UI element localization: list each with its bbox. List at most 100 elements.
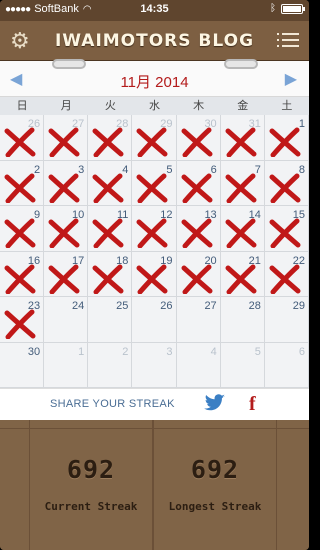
day-number: 5 bbox=[254, 345, 261, 358]
x-mark-icon bbox=[48, 264, 80, 294]
status-bar: ●●●●● SoftBank ◠ 14:35 ᛒ bbox=[0, 0, 309, 21]
weekday-row: 日 月 火 水 木 金 土 bbox=[0, 97, 309, 115]
calendar-day-cell[interactable]: 18 bbox=[88, 251, 133, 297]
calendar-day-cell[interactable]: 24 bbox=[44, 297, 89, 343]
calendar-day-cell[interactable]: 30 bbox=[0, 342, 45, 388]
x-mark-icon bbox=[4, 218, 36, 248]
calendar-day-cell[interactable]: 4 bbox=[176, 342, 221, 388]
x-mark-icon bbox=[136, 127, 168, 157]
calendar-day-cell[interactable]: 11 bbox=[88, 206, 133, 252]
x-mark-icon bbox=[48, 173, 80, 203]
weekday-label: 日 bbox=[16, 100, 28, 112]
x-mark-icon bbox=[92, 173, 124, 203]
calendar-day-cell[interactable]: 23 bbox=[0, 297, 45, 343]
calendar-day-cell[interactable]: 1 bbox=[44, 342, 89, 388]
calendar-day-cell[interactable]: 4 bbox=[88, 160, 133, 206]
share-label: SHARE YOUR STREAK bbox=[50, 398, 175, 410]
calendar-header: ◀ 11月 2014 ▶ bbox=[0, 59, 309, 97]
calendar-day-cell[interactable]: 7 bbox=[220, 160, 265, 206]
calendar-day-cell[interactable]: 10 bbox=[44, 206, 89, 252]
calendar-day-cell[interactable]: 20 bbox=[176, 251, 221, 297]
day-number: 1 bbox=[78, 345, 85, 358]
calendar-day-cell[interactable]: 16 bbox=[0, 251, 45, 297]
calendar-day-cell[interactable]: 3 bbox=[132, 342, 177, 388]
day-number: 4 bbox=[210, 345, 217, 358]
calendar-day-cell[interactable]: 26 bbox=[132, 297, 177, 343]
calendar-day-cell[interactable]: 30 bbox=[176, 115, 221, 161]
x-mark-icon bbox=[181, 264, 213, 294]
longest-streak-value: 692 bbox=[190, 455, 240, 484]
current-streak-value: 692 bbox=[66, 455, 116, 484]
x-mark-icon bbox=[181, 173, 213, 203]
x-mark-icon bbox=[4, 173, 36, 203]
calendar-day-cell[interactable]: 27 bbox=[176, 297, 221, 343]
calendar-day-cell[interactable]: 28 bbox=[220, 297, 265, 343]
weekday-label: 月 bbox=[60, 100, 72, 112]
x-mark-icon bbox=[136, 173, 168, 203]
month-label: 11月 2014 bbox=[120, 74, 189, 91]
current-streak-label: Current Streak bbox=[44, 500, 138, 513]
x-mark-icon bbox=[269, 264, 301, 294]
day-number: 6 bbox=[298, 345, 305, 358]
calendar-day-cell[interactable]: 5 bbox=[132, 160, 177, 206]
share-bar: SHARE YOUR STREAK f bbox=[0, 388, 309, 420]
x-mark-icon bbox=[4, 264, 36, 294]
facebook-icon[interactable]: f bbox=[249, 393, 256, 416]
x-mark-icon bbox=[4, 127, 36, 157]
calendar-day-cell[interactable]: 6 bbox=[176, 160, 221, 206]
current-streak-box: 692 Current Streak bbox=[29, 420, 153, 550]
menu-icon[interactable] bbox=[277, 33, 299, 49]
status-time: 14:35 bbox=[140, 3, 169, 15]
x-mark-icon bbox=[181, 218, 213, 248]
day-number: 29 bbox=[292, 300, 305, 312]
calendar-day-cell[interactable]: 2 bbox=[88, 342, 133, 388]
weekday-label: 金 bbox=[237, 100, 249, 112]
weekday-label: 土 bbox=[281, 100, 293, 112]
calendar-day-cell[interactable]: 2 bbox=[0, 160, 45, 206]
day-number: 26 bbox=[160, 300, 173, 312]
calendar-day-cell[interactable]: 13 bbox=[176, 206, 221, 252]
stats-panel: 692 Current Streak 692 Longest Streak bbox=[0, 420, 309, 550]
battery-icon bbox=[281, 3, 305, 14]
calendar-day-cell[interactable]: 19 bbox=[132, 251, 177, 297]
next-month-icon[interactable]: ▶ bbox=[285, 69, 297, 89]
status-right: ᛒ bbox=[270, 3, 305, 14]
binder-ring bbox=[224, 59, 258, 69]
calendar-day-cell[interactable]: 25 bbox=[88, 297, 133, 343]
calendar-day-cell[interactable]: 1 bbox=[264, 115, 309, 161]
day-number: 24 bbox=[72, 300, 85, 312]
calendar-day-cell[interactable]: 29 bbox=[264, 297, 309, 343]
calendar-day-cell[interactable]: 21 bbox=[220, 251, 265, 297]
day-number: 3 bbox=[166, 345, 173, 358]
calendar-day-cell[interactable]: 27 bbox=[44, 115, 89, 161]
calendar-day-cell[interactable]: 31 bbox=[220, 115, 265, 161]
calendar-day-cell[interactable]: 28 bbox=[88, 115, 133, 161]
calendar-day-cell[interactable]: 26 bbox=[0, 115, 45, 161]
x-mark-icon bbox=[48, 218, 80, 248]
day-number: 30 bbox=[27, 345, 41, 358]
x-mark-icon bbox=[225, 127, 257, 157]
calendar-day-cell[interactable]: 12 bbox=[132, 206, 177, 252]
calendar-day-cell[interactable]: 15 bbox=[264, 206, 309, 252]
calendar-day-cell[interactable]: 9 bbox=[0, 206, 45, 252]
day-number: 28 bbox=[248, 300, 261, 312]
x-mark-icon bbox=[92, 218, 124, 248]
x-mark-icon bbox=[136, 218, 168, 248]
calendar-day-cell[interactable]: 29 bbox=[132, 115, 177, 161]
calendar-day-cell[interactable]: 6 bbox=[264, 342, 309, 388]
calendar-day-cell[interactable]: 8 bbox=[264, 160, 309, 206]
calendar-day-cell[interactable]: 22 bbox=[264, 251, 309, 297]
x-mark-icon bbox=[4, 309, 36, 339]
page-title: IWAIMOTORS BLOG bbox=[54, 31, 255, 51]
calendar-day-cell[interactable]: 5 bbox=[220, 342, 265, 388]
x-mark-icon bbox=[225, 264, 257, 294]
x-mark-icon bbox=[136, 264, 168, 294]
x-mark-icon bbox=[269, 218, 301, 248]
calendar-grid: 26 27 28 29 30 31 1 2 3 4 5 6 7 8 9 10 11 12 13 14 15 16 17 18 1… bbox=[0, 115, 309, 388]
x-mark-icon bbox=[225, 173, 257, 203]
calendar-day-cell[interactable]: 17 bbox=[44, 251, 89, 297]
twitter-icon[interactable] bbox=[204, 394, 226, 416]
x-mark-icon bbox=[92, 264, 124, 294]
calendar-day-cell[interactable]: 3 bbox=[44, 160, 89, 206]
calendar-day-cell[interactable]: 14 bbox=[220, 206, 265, 252]
